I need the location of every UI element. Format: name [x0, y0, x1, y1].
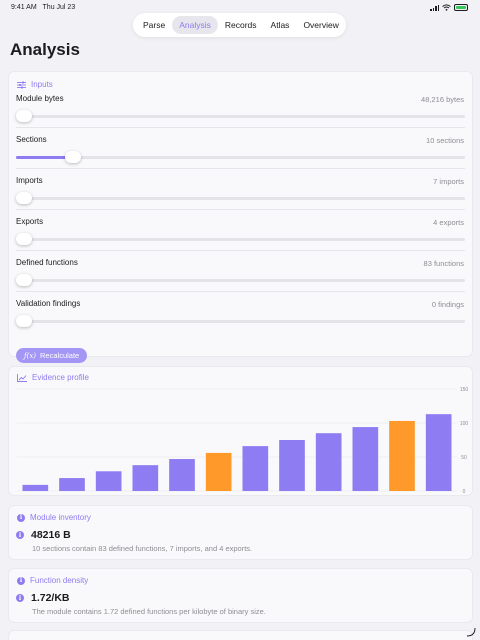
- validation-findings-value: 0 findings: [431, 300, 464, 309]
- slider-thumb[interactable]: [16, 315, 32, 327]
- function-density-value: 1.72/KB: [31, 592, 70, 604]
- bar-5: [169, 459, 195, 491]
- info-icon: i: [16, 594, 24, 602]
- bar-2: [59, 478, 85, 491]
- bar-3: [95, 471, 122, 491]
- function-density-metric: i 1.72/KB: [16, 592, 70, 604]
- y-tick-label: 0: [463, 489, 466, 495]
- function-icon: ƒ(x): [24, 351, 37, 360]
- defined-functions-value: 83 functions: [423, 259, 464, 268]
- module-inventory-metric: i 48216 B: [16, 529, 71, 541]
- bar-12: [425, 414, 452, 491]
- wifi-icon: [442, 4, 451, 11]
- y-tick-label: 100: [460, 421, 469, 427]
- function-density-description: The module contains 1.72 defined functio…: [32, 607, 266, 616]
- evidence-card: Evidence profile 0 50 100 150: [8, 366, 473, 496]
- status-time: 9:41 AM Thu Jul 23: [11, 4, 76, 11]
- bar-11: [389, 420, 415, 491]
- line-chart-icon: [17, 373, 27, 382]
- recalculate-label: Recalculate: [40, 351, 80, 360]
- page-title: Analysis: [10, 40, 80, 59]
- tab-bar: Parse Analysis Records Atlas Overview: [133, 13, 346, 37]
- inputs-header: Inputs: [17, 80, 53, 89]
- slider-thumb[interactable]: [16, 274, 32, 286]
- y-tick-label: 150: [460, 387, 469, 393]
- y-tick-label: 50: [461, 455, 467, 461]
- module-bytes-value: 48,216 bytes: [421, 95, 464, 104]
- evidence-chart: 0 50 100 150: [17, 387, 469, 495]
- imports-label: Imports: [16, 176, 43, 185]
- defined-functions-slider[interactable]: [16, 274, 465, 286]
- validation-findings-slider[interactable]: [16, 315, 465, 327]
- module-inventory-value: 48216 B: [31, 529, 71, 541]
- tab-records[interactable]: Records: [218, 16, 264, 34]
- row-divider: [16, 209, 465, 210]
- bar-9: [315, 433, 342, 491]
- slider-thumb[interactable]: [16, 233, 32, 245]
- module-inventory-header: i Module inventory: [17, 513, 91, 522]
- tab-overview[interactable]: Overview: [296, 16, 345, 34]
- exports-slider[interactable]: [16, 233, 465, 245]
- defined-functions-label: Defined functions: [16, 258, 78, 267]
- sliders-icon: [17, 80, 26, 89]
- bar-4: [132, 465, 159, 491]
- bar-8: [279, 440, 305, 491]
- bar-10: [352, 427, 379, 491]
- validation-findings-label: Validation findings: [16, 299, 81, 308]
- bar-6: [205, 452, 232, 491]
- bar-7: [242, 446, 269, 491]
- sections-label: Sections: [16, 135, 47, 144]
- row-divider: [16, 291, 465, 292]
- row-divider: [16, 168, 465, 169]
- slider-thumb[interactable]: [65, 151, 82, 163]
- inputs-title: Inputs: [31, 80, 53, 89]
- row-divider: [16, 127, 465, 128]
- status-date: Thu Jul 23: [42, 4, 76, 11]
- module-bytes-slider[interactable]: [16, 110, 465, 122]
- bar-1: [22, 484, 49, 491]
- signal-icon: [430, 4, 439, 11]
- sections-value: 10 sections: [426, 136, 464, 145]
- row-divider: [16, 250, 465, 251]
- module-bytes-label: Module bytes: [16, 94, 64, 103]
- resize-handle-icon[interactable]: [466, 627, 476, 637]
- evidence-title: Evidence profile: [32, 373, 89, 382]
- imports-slider[interactable]: [16, 192, 465, 204]
- info-icon: i: [17, 576, 25, 585]
- slider-thumb[interactable]: [16, 192, 32, 204]
- tab-atlas[interactable]: Atlas: [264, 16, 297, 34]
- module-inventory-description: 10 sections contain 83 defined functions…: [32, 544, 253, 553]
- recalculate-button[interactable]: ƒ(x) Recalculate: [16, 348, 88, 363]
- function-density-header: i Function density: [17, 576, 88, 585]
- battery-level: [456, 6, 466, 9]
- function-density-card: i Function density i 1.72/KB The module …: [8, 568, 473, 623]
- next-card: [8, 630, 473, 640]
- status-icons: [430, 4, 468, 11]
- exports-value: 4 exports: [433, 218, 464, 227]
- evidence-header: Evidence profile: [17, 373, 89, 382]
- function-density-title: Function density: [30, 576, 89, 585]
- exports-label: Exports: [16, 217, 44, 226]
- battery-icon: [454, 4, 468, 11]
- module-inventory-title: Module inventory: [30, 513, 91, 522]
- sections-slider[interactable]: [16, 151, 465, 163]
- imports-value: 7 imports: [433, 177, 464, 186]
- module-inventory-card: i Module inventory i 48216 B 10 sections…: [8, 505, 473, 560]
- tab-analysis[interactable]: Analysis: [172, 16, 218, 34]
- inputs-card: Inputs Module bytes 48,216 bytes Sections 1…: [8, 71, 473, 363]
- slider-thumb[interactable]: [16, 110, 32, 122]
- info-icon: i: [16, 531, 24, 539]
- info-icon: i: [17, 513, 25, 522]
- tab-parse[interactable]: Parse: [136, 16, 172, 34]
